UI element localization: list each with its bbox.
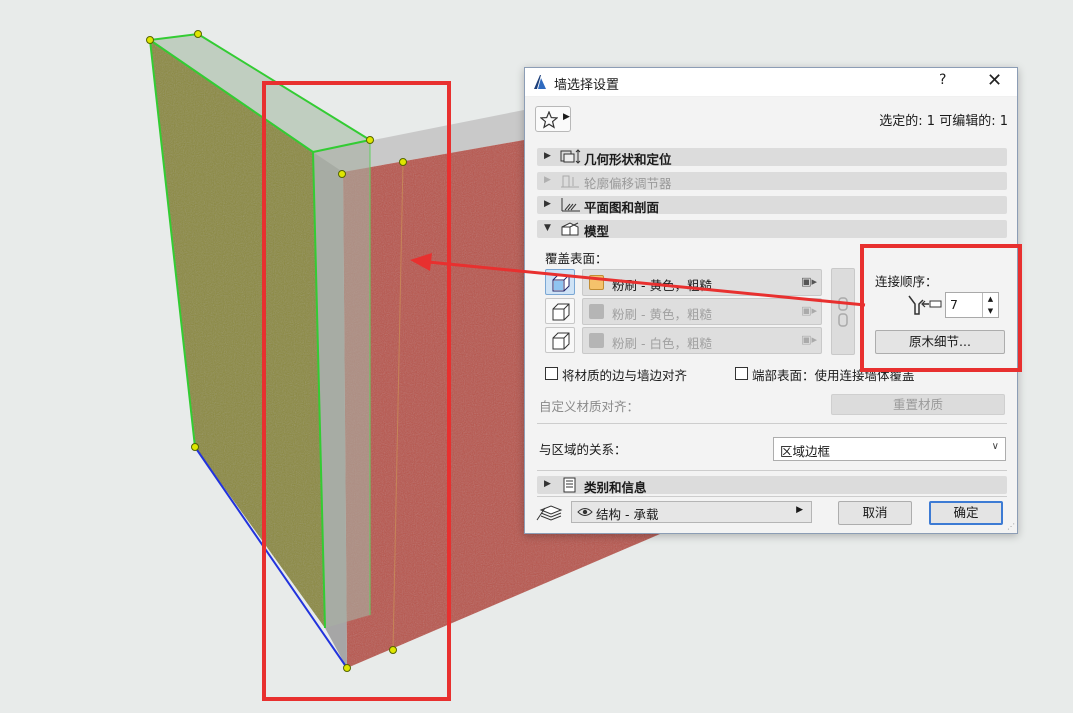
zone-relation-label: 与区域的关系： xyxy=(539,442,627,457)
highlight-box-wall xyxy=(262,81,451,701)
floor-plan-icon xyxy=(561,198,580,212)
section-category-info[interactable]: ▶ 类别和信息 xyxy=(537,476,1007,495)
selection-count: 选定的: 1 可编辑的: 1 xyxy=(879,114,1008,129)
material-name: 粉刷 - 黄色，粗糙 xyxy=(612,307,712,322)
expand-arrow-icon: ▶ xyxy=(544,479,551,489)
favorites-button[interactable]: ▶ xyxy=(535,106,571,132)
align-material-edge-label: 将材质的边与墙边对齐 xyxy=(562,368,688,383)
section-label: 几何形状和定位 xyxy=(584,152,672,167)
align-material-edge-checkbox[interactable] xyxy=(545,367,558,380)
section-label: 模型 xyxy=(584,224,610,239)
material-picker-icon[interactable]: ▣▸ xyxy=(801,275,817,288)
expand-arrow-icon: ▶ xyxy=(544,175,551,185)
geometry-icon xyxy=(560,149,581,164)
cover-surface-label: 覆盖表面： xyxy=(545,251,608,266)
help-button[interactable]: ? xyxy=(939,72,946,88)
section-label: 类别和信息 xyxy=(584,480,647,495)
dialog-title: 墙选择设置 xyxy=(554,78,620,93)
cancel-button[interactable]: 取消 xyxy=(838,501,912,525)
layers-icon xyxy=(536,505,563,521)
wall-surface-icon xyxy=(552,303,570,321)
surface-side-reference[interactable] xyxy=(545,269,575,295)
collapse-arrow-icon: ▼ xyxy=(544,223,551,233)
caret-right-icon: ▶ xyxy=(796,505,803,515)
model-box-icon xyxy=(561,222,579,236)
surface-side-edges[interactable] xyxy=(545,327,575,353)
layer-value: 结构 - 承载 xyxy=(596,507,659,522)
expand-arrow-icon: ▶ xyxy=(544,199,551,209)
custom-material-align-label: 自定义材质对齐： xyxy=(539,399,640,414)
archicad-logo-icon xyxy=(534,75,546,89)
section-label: 平面图和剖面 xyxy=(584,200,660,215)
section-profile-offset: ▶ 轮廓偏移调节器 xyxy=(537,172,1007,191)
surface-material-row[interactable]: 粉刷 - 白色，粗糙 ▣▸ xyxy=(582,327,822,354)
close-button[interactable]: ✕ xyxy=(987,70,1002,91)
titlebar: 墙选择设置 ? ✕ xyxy=(525,68,1017,97)
section-label: 轮廓偏移调节器 xyxy=(584,176,672,191)
end-surface-checkbox[interactable] xyxy=(735,367,748,380)
section-floor-plan-section[interactable]: ▶ 平面图和剖面 xyxy=(537,196,1007,215)
eye-icon xyxy=(577,508,593,516)
section-model[interactable]: ▼ 模型 xyxy=(537,220,1007,239)
layer-select[interactable]: 结构 - 承载 ▶ xyxy=(571,501,812,523)
caret-right-icon: ▶ xyxy=(563,112,570,122)
expand-arrow-icon: ▶ xyxy=(544,151,551,161)
profile-offset-icon xyxy=(561,175,579,188)
chain-link-icon xyxy=(838,297,848,327)
material-name: 粉刷 - 白色，粗糙 xyxy=(612,336,712,351)
wall-surface-icon xyxy=(552,274,570,292)
surface-side-opposite[interactable] xyxy=(545,298,575,324)
zone-relation-select[interactable]: 区域边框 ∨ xyxy=(773,437,1006,461)
material-swatch xyxy=(589,333,604,348)
divider xyxy=(537,470,1007,471)
divider xyxy=(537,423,1007,424)
document-list-icon xyxy=(563,477,576,493)
material-swatch xyxy=(589,275,604,290)
zone-relation-value: 区域边框 xyxy=(780,444,831,459)
chevron-down-icon: ∨ xyxy=(991,441,999,452)
surface-material-row[interactable]: 粉刷 - 黄色，粗糙 ▣▸ xyxy=(582,298,822,325)
link-materials-button[interactable] xyxy=(831,268,855,355)
resize-grip-icon[interactable]: ⋰ xyxy=(1007,522,1015,531)
material-swatch xyxy=(589,304,604,319)
reset-material-button: 重置材质 xyxy=(831,394,1005,415)
star-icon xyxy=(540,111,558,129)
material-name: 粉刷 - 黄色，粗糙 xyxy=(612,278,712,293)
divider xyxy=(537,496,1007,497)
highlight-box-connection-order xyxy=(860,244,1022,372)
ok-button[interactable]: 确定 xyxy=(929,501,1003,525)
section-geometry[interactable]: ▶ 几何形状和定位 xyxy=(537,148,1007,167)
wall-surface-icon xyxy=(552,332,570,350)
material-picker-icon[interactable]: ▣▸ xyxy=(801,333,817,346)
material-picker-icon[interactable]: ▣▸ xyxy=(801,304,817,317)
surface-material-row[interactable]: 粉刷 - 黄色，粗糙 ▣▸ xyxy=(582,269,822,296)
